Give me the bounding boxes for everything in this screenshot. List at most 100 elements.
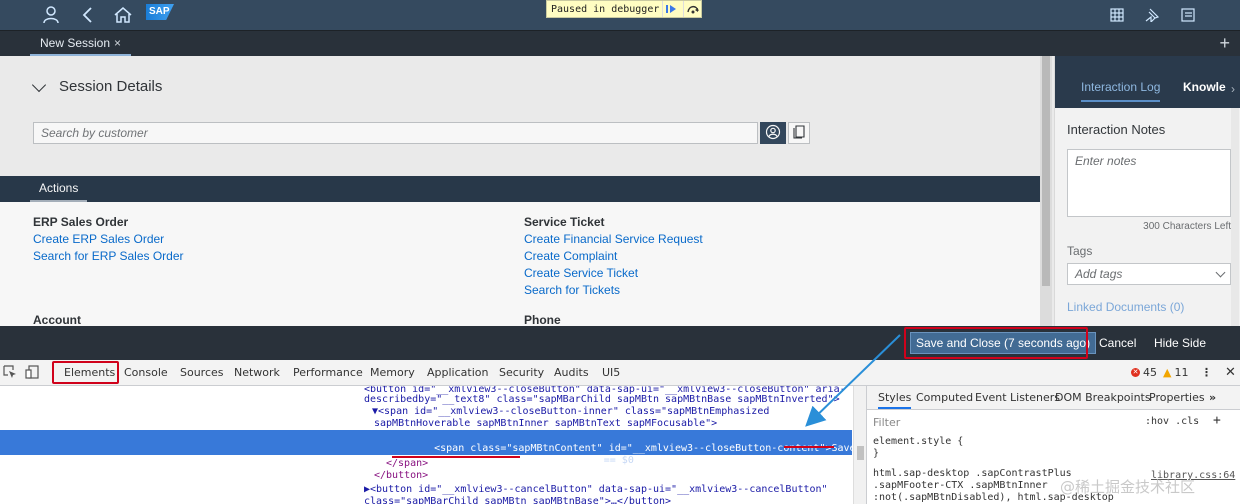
devtools-tab-strip: Elements Console Sources Network Perform… <box>0 360 1240 386</box>
tab-application[interactable]: Application <box>427 360 488 385</box>
link-create-financial-service-request[interactable]: Create Financial Service Request <box>524 231 703 248</box>
styles-filter-input[interactable]: Filter <box>873 416 900 429</box>
scrollbar-thumb[interactable] <box>1042 56 1050 286</box>
elements-dom-tree: <button id="__xmlview3--closeButton" dat… <box>0 386 866 504</box>
devtools-menu-icon[interactable]: ⋮ <box>1201 360 1212 385</box>
group-heading: Service Ticket <box>524 215 605 229</box>
debugger-paused-label: Paused in debugger <box>551 3 660 15</box>
document-icon <box>793 124 805 142</box>
dom-line[interactable]: </button> <box>374 470 866 482</box>
person-search-icon <box>765 124 781 143</box>
link-create-service-ticket[interactable]: Create Service Ticket <box>524 265 703 282</box>
tab-interaction-log[interactable]: Interaction Log <box>1081 80 1161 102</box>
session-tab-bar: New Session × + <box>0 30 1240 56</box>
site-watermark: @稀土掘金技术社区 <box>1060 478 1196 496</box>
tab-dom-breakpoints[interactable]: DOM Breakpoints <box>1055 386 1151 409</box>
dom-line-selected: <span class="sapMBtnContent" id="__xmlvi… <box>398 431 866 454</box>
main-scrollbar[interactable] <box>1040 56 1052 326</box>
tab-label: New Session <box>40 36 111 50</box>
inspect-element-icon[interactable] <box>3 365 17 379</box>
save-and-close-button[interactable]: Save and Close (7 seconds ago) <box>910 332 1097 354</box>
tab-console[interactable]: Console <box>124 360 168 385</box>
dom-line[interactable]: ▼<span id="__xmlview3--closeButton-inner… <box>372 406 866 418</box>
scrollbar-thumb[interactable] <box>857 446 864 460</box>
document-button[interactable] <box>788 122 810 144</box>
list-icon[interactable] <box>1178 0 1198 30</box>
cancel-button[interactable]: Cancel <box>1099 326 1136 360</box>
tags-label: Tags <box>1067 244 1093 258</box>
warning-count: 11 <box>1174 366 1189 379</box>
tab-memory[interactable]: Memory <box>370 360 415 385</box>
styles-tab-strip: Styles Computed Event Listeners DOM Brea… <box>867 386 1240 410</box>
hide-side-panel-button[interactable]: Hide Side Panel <box>1154 326 1240 384</box>
tab-properties[interactable]: Properties <box>1149 386 1205 409</box>
device-toolbar-icon[interactable] <box>25 365 39 379</box>
link-create-erp-sales-order[interactable]: Create ERP Sales Order <box>33 231 184 248</box>
debugger-paused-badge: Paused in debugger <box>546 0 703 18</box>
tab-sources[interactable]: Sources <box>180 360 224 385</box>
tab-security[interactable]: Security <box>499 360 544 385</box>
dom-line[interactable]: describedby="__text8" class="sapMBarChil… <box>364 394 866 406</box>
dom-line[interactable]: ▶<button id="__xmlview3--cancelButton" d… <box>364 484 866 496</box>
linked-documents-link[interactable]: Linked Documents (0) <box>1067 300 1184 314</box>
hov-cls-toggles[interactable]: :hov .cls <box>1145 416 1199 427</box>
session-details-title: Session Details <box>59 78 163 95</box>
step-over-icon[interactable] <box>683 1 701 17</box>
add-style-rule-icon[interactable]: + <box>1213 413 1221 428</box>
tab-knowledge[interactable]: Knowle <box>1183 80 1226 94</box>
customer-search-input[interactable]: Search by customer <box>33 122 758 144</box>
chevron-right-icon[interactable]: › <box>1231 82 1235 96</box>
side-panel-tabs: Interaction Log Knowle › <box>1055 56 1240 108</box>
css-selector-line: html.sap-desktop .sapContrastPlus <box>873 468 1072 479</box>
more-tabs-icon[interactable]: » <box>1209 386 1216 409</box>
side-panel-content: Interaction Notes Enter notes 300 Charac… <box>1055 108 1240 326</box>
chevron-down-icon[interactable] <box>31 77 47 92</box>
back-icon[interactable] <box>78 0 98 30</box>
grid-icon[interactable] <box>1107 0 1127 30</box>
home-icon[interactable] <box>112 0 134 30</box>
tab-actions[interactable]: Actions <box>30 176 88 202</box>
customer-search-button[interactable] <box>760 122 786 144</box>
link-search-for-tickets[interactable]: Search for Tickets <box>524 282 703 299</box>
warning-icon: ▲ <box>1163 366 1172 379</box>
selected-dom-node[interactable]: <span class="sapMBtnContent" id="__xmlvi… <box>0 430 866 466</box>
tab-styles[interactable]: Styles <box>878 386 912 409</box>
link-search-erp-sales-order[interactable]: Search for ERP Sales Order <box>33 248 184 265</box>
tab-computed[interactable]: Computed <box>916 386 973 409</box>
tags-combobox[interactable]: Add tags <box>1067 263 1231 285</box>
tab-ui5[interactable]: UI5 <box>602 360 620 385</box>
interaction-notes-textarea[interactable]: Enter notes <box>1067 149 1231 217</box>
tab-network[interactable]: Network <box>234 360 280 385</box>
dom-tree-scrollbar[interactable] <box>853 386 866 504</box>
chevron-down-icon[interactable] <box>1215 267 1226 278</box>
sap-logo[interactable]: SAP <box>146 4 174 20</box>
pin-icon[interactable] <box>1142 0 1162 30</box>
add-tab-icon[interactable]: + <box>1219 33 1230 53</box>
dom-line[interactable]: class="sapMBarChild sapMBtn sapMBtnBase"… <box>364 496 866 504</box>
console-counts[interactable]: ✕ 45 ▲ 11 <box>1131 360 1188 385</box>
session-main-area: Session Details Search by customer Actio… <box>0 56 1054 327</box>
tab-elements[interactable]: Elements <box>64 360 115 385</box>
close-icon[interactable]: × <box>114 36 121 50</box>
element-style-rule[interactable]: element.style { <box>873 436 963 447</box>
devtools-close-icon[interactable]: ✕ <box>1225 360 1236 385</box>
user-icon[interactable] <box>40 0 62 30</box>
erp-sales-order-group: ERP Sales Order Create ERP Sales Order S… <box>33 214 184 265</box>
dom-line[interactable]: sapMBtnHoverable sapMBtnInner sapMBtnTex… <box>374 418 866 430</box>
tab-new-session[interactable]: New Session × <box>30 31 132 56</box>
error-count: 45 <box>1143 366 1157 379</box>
characters-left-counter: 300 Characters Left <box>1143 221 1231 232</box>
side-panel-scrollbar[interactable] <box>1231 108 1239 326</box>
dom-line[interactable]: </span> <box>386 458 866 470</box>
tab-performance[interactable]: Performance <box>293 360 363 385</box>
tab-audits[interactable]: Audits <box>554 360 589 385</box>
session-details-header[interactable]: Session Details <box>31 77 163 95</box>
element-style-close: } <box>873 448 880 459</box>
tab-event-listeners[interactable]: Event Listeners <box>975 386 1060 409</box>
actions-panel: ERP Sales Order Create ERP Sales Order S… <box>0 202 1040 327</box>
side-panel: Interaction Log Knowle › Interaction Not… <box>1054 56 1240 326</box>
resume-icon[interactable] <box>662 1 680 17</box>
link-create-complaint[interactable]: Create Complaint <box>524 248 703 265</box>
service-ticket-group: Service Ticket Create Financial Service … <box>524 214 703 299</box>
tags-placeholder: Add tags <box>1075 267 1123 281</box>
